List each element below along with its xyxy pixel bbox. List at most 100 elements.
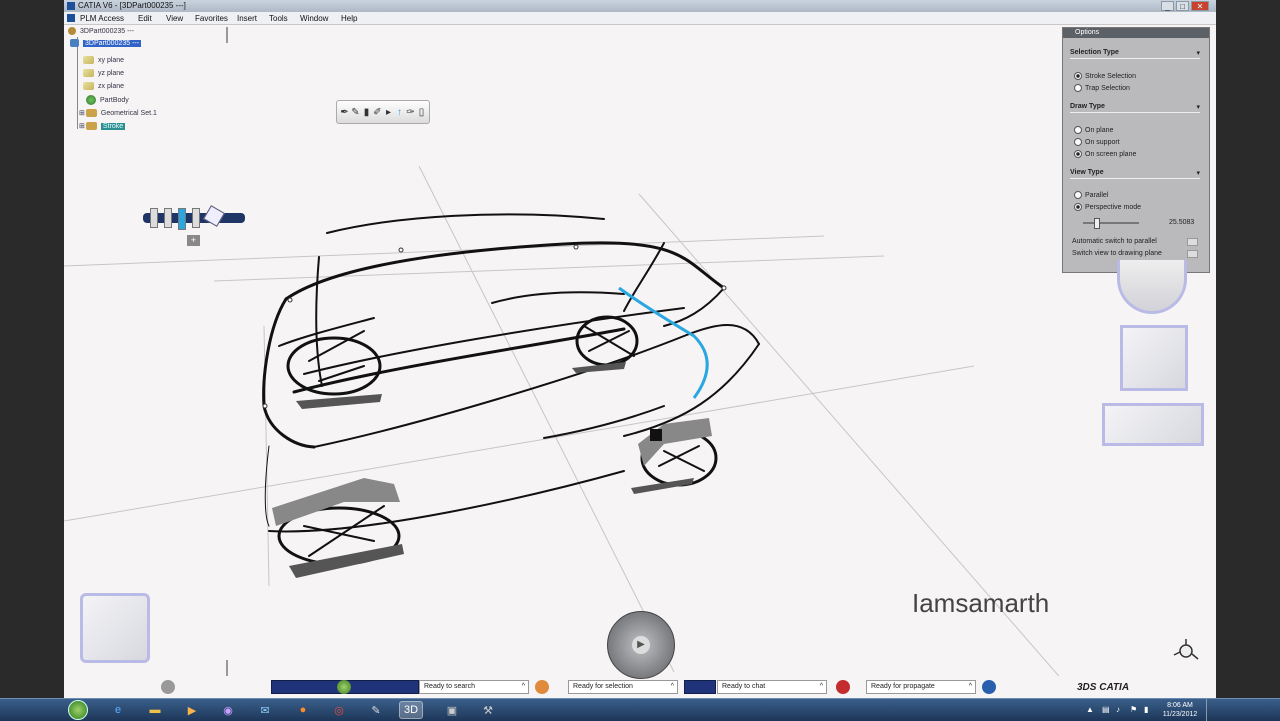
- propagate-icon[interactable]: [836, 680, 850, 694]
- volume-icon[interactable]: ♪: [1116, 705, 1120, 714]
- chevron-up-icon[interactable]: ^: [522, 681, 525, 693]
- window-title: CATIA V6 - [3DPart000235 ---]: [78, 1, 186, 10]
- draw-type-section[interactable]: Draw Type ▾: [1070, 103, 1200, 113]
- windows-start-icon[interactable]: [68, 700, 88, 720]
- radio-on-screen-plane[interactable]: On screen plane: [1074, 150, 1136, 158]
- chevron-down-icon[interactable]: ▾: [1196, 49, 1200, 57]
- 3d-viewport[interactable]: [64, 26, 1216, 676]
- menu-window[interactable]: Window: [300, 13, 341, 24]
- brush-icon[interactable]: [150, 208, 158, 228]
- viewer-icon[interactable]: ▣: [440, 701, 464, 719]
- expand-palette-icon[interactable]: +: [187, 235, 200, 246]
- radio-on-plane[interactable]: On plane: [1074, 126, 1113, 134]
- compass-icon[interactable]: [203, 205, 225, 227]
- highlighted-stroke[interactable]: [618, 286, 709, 399]
- tool-icon[interactable]: ⚒: [476, 701, 500, 719]
- close-button[interactable]: ✕: [1191, 1, 1209, 11]
- menu-plm-access[interactable]: PLM Access: [80, 13, 138, 24]
- brush-icon[interactable]: ✐: [373, 103, 382, 121]
- chevron-up-icon[interactable]: ^: [969, 681, 972, 693]
- radio-parallel[interactable]: Parallel: [1074, 191, 1108, 199]
- navigation-wheel[interactable]: ▶: [607, 611, 675, 679]
- status-bar: Ready to search ^ Ready for selection ^ Re…: [64, 677, 1216, 698]
- radio-icon[interactable]: [1074, 72, 1082, 80]
- chat-field[interactable]: [684, 680, 716, 694]
- radio-on-support[interactable]: On support: [1074, 138, 1120, 146]
- catia-icon[interactable]: 3D: [399, 701, 423, 719]
- menu-edit[interactable]: Edit: [138, 13, 166, 24]
- radio-stroke-selection[interactable]: Stroke Selection: [1074, 72, 1136, 80]
- menu-tools[interactable]: Tools: [269, 13, 300, 24]
- radio-icon[interactable]: [1074, 203, 1082, 211]
- selection-status[interactable]: Ready for selection ^: [568, 680, 678, 694]
- radio-trap-selection[interactable]: Trap Selection: [1074, 84, 1130, 92]
- chevron-up-icon[interactable]: ^: [671, 681, 674, 693]
- chat-status[interactable]: Ready to chat ^: [717, 680, 827, 694]
- show-desktop-button[interactable]: [1206, 699, 1215, 721]
- radio-icon[interactable]: [1074, 84, 1082, 92]
- pen-icon[interactable]: ✒: [340, 103, 349, 121]
- auto-switch-parallel-checkbox[interactable]: [1187, 238, 1198, 246]
- active-brush-icon[interactable]: [178, 208, 186, 230]
- brush-palette: [150, 205, 225, 230]
- maximize-button[interactable]: □: [1176, 1, 1189, 11]
- flag-icon[interactable]: ⚑: [1130, 705, 1137, 714]
- firefox-icon[interactable]: ●: [291, 701, 315, 719]
- options-panel: Options Selection Type ▾ Stroke Selection…: [1062, 27, 1210, 273]
- radio-icon[interactable]: [1074, 150, 1082, 158]
- system-clock[interactable]: 8:06 AM 11/23/2012: [1160, 701, 1200, 719]
- propagate-status[interactable]: Ready for propagate ^: [866, 680, 976, 694]
- sync-icon[interactable]: [982, 680, 996, 694]
- radio-perspective[interactable]: Perspective mode: [1074, 203, 1141, 211]
- folder-icon[interactable]: ▬: [143, 701, 167, 719]
- menu-view[interactable]: View: [166, 13, 195, 24]
- search-status[interactable]: Ready to search ^: [419, 680, 529, 694]
- messenger-icon[interactable]: ✉: [253, 701, 277, 719]
- marker-icon[interactable]: ▮: [362, 103, 371, 121]
- selection-icon[interactable]: [535, 680, 549, 694]
- watermark-text: Iamsamarth: [912, 588, 1050, 618]
- windows-taskbar: e ▬ ▶ ◉ ✉ ● ◎ ✎ 3D ▣ ⚒ ▲ ▤ ♪ ⚑ ▮ 8:06 AM…: [0, 698, 1280, 721]
- radio-icon[interactable]: [1074, 126, 1082, 134]
- pencil-icon[interactable]: ✎: [351, 103, 360, 121]
- switch-view-checkbox[interactable]: [1187, 250, 1198, 258]
- radio-icon[interactable]: [1074, 191, 1082, 199]
- chevron-up-icon[interactable]: ^: [820, 681, 823, 693]
- ie-icon[interactable]: e: [106, 701, 130, 719]
- play-icon[interactable]: ▶: [632, 636, 650, 654]
- brush-icon[interactable]: [192, 208, 200, 228]
- view-thumbnail-wide[interactable]: [1102, 403, 1204, 446]
- menu-favorites[interactable]: Favorites: [195, 13, 237, 24]
- minimize-button[interactable]: _: [1161, 1, 1174, 11]
- ink-icon[interactable]: ✑: [406, 103, 415, 121]
- selection-type-section[interactable]: Selection Type ▾: [1070, 49, 1200, 59]
- chrome-icon[interactable]: ◎: [327, 701, 351, 719]
- power-input-icon[interactable]: [161, 680, 175, 694]
- battery-icon[interactable]: ▮: [1144, 705, 1148, 714]
- bottom-left-thumbnail[interactable]: [80, 593, 150, 663]
- media-player-icon[interactable]: ◉: [216, 701, 240, 719]
- chevron-down-icon[interactable]: ▾: [1196, 169, 1200, 177]
- network-icon[interactable]: ▤: [1102, 705, 1110, 714]
- menu-insert[interactable]: Insert: [237, 13, 269, 24]
- radio-icon[interactable]: [1074, 138, 1082, 146]
- globe-icon[interactable]: [337, 680, 351, 694]
- brush-icon[interactable]: [164, 208, 172, 228]
- view-thumbnail[interactable]: [1120, 325, 1188, 391]
- eraser-icon[interactable]: ▯: [417, 103, 426, 121]
- sketch-tools-toolbar: ✒ ✎ ▮ ✐ ▸ ↑ ✑ ▯: [336, 100, 430, 124]
- view-type-section[interactable]: View Type ▾: [1070, 169, 1200, 179]
- media-icon[interactable]: ▶: [180, 701, 204, 719]
- active-pen-icon[interactable]: ↑: [395, 103, 404, 121]
- tray-arrow-icon[interactable]: ▲: [1086, 705, 1094, 714]
- chevron-down-icon[interactable]: ▾: [1196, 103, 1200, 111]
- airbrush-icon[interactable]: ▸: [384, 103, 393, 121]
- options-header: Options: [1063, 28, 1209, 38]
- clock-date: 11/23/2012: [1162, 711, 1198, 718]
- slider-handle[interactable]: [1094, 218, 1100, 229]
- compass-icon[interactable]: [1172, 637, 1200, 665]
- perspective-slider[interactable]: [1083, 222, 1139, 224]
- app-menu-icon[interactable]: [67, 14, 75, 22]
- pen-app-icon[interactable]: ✎: [364, 701, 388, 719]
- menu-help[interactable]: Help: [341, 13, 365, 24]
